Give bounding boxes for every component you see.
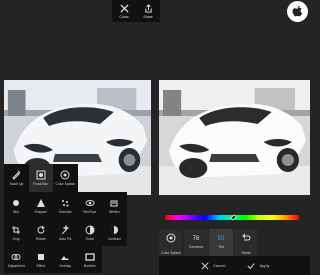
cancel-button[interactable]: Cancel [201,261,226,270]
top-toolbar: Close Share [112,0,160,22]
tint-control[interactable]: 50 Tint [209,229,233,256]
tool-label: Whiten [108,209,120,214]
rotate-icon [37,225,45,233]
share-label: Share [143,14,153,19]
color-splash-label: Color Splash [161,251,181,255]
tool-label: Blur [13,209,20,214]
share-button[interactable]: Share [136,0,160,22]
tool-whiten[interactable]: Whiten [102,192,127,219]
apply-button[interactable]: Apply [247,262,269,270]
crop-icon [12,225,21,234]
tool-label: Contrast [107,236,121,241]
tool-red-eye[interactable]: Red Eye [77,192,102,219]
tool-label: Adjustment [7,263,25,268]
touch-up-icon [12,170,21,180]
tolerance-label: Tolerance [188,245,204,249]
tool-label: Denoise [59,209,72,214]
tool-auto-fix[interactable]: Auto Fix [53,219,78,246]
tool-label: Color Splash [55,182,75,186]
tool-crop[interactable]: Crop [4,219,29,246]
tool-label: Borders [83,263,96,268]
auto-fix-icon [61,224,70,234]
grid-spacer [78,164,152,192]
color-splash-icon [166,233,176,243]
overlay-icon [61,255,70,260]
tool-adjustment[interactable]: Adjustment [4,246,29,273]
reset-button[interactable]: Reset [234,229,258,256]
whiten-icon [110,200,118,206]
reset-label: Reset [241,251,251,255]
tint-label: Tint [218,245,224,249]
tool-rotate[interactable]: Rotate [28,219,53,246]
color-icon [85,225,95,234]
adjustment-icon [11,253,21,260]
tolerance-control[interactable]: 78 Tolerance [184,229,208,256]
share-icon [144,3,152,13]
tint-value: 50 [217,236,225,242]
tool-label: Overlay [59,263,72,268]
reset-icon [242,233,251,241]
tools-grid: Touch Up Focal Blur Color Splash Blur Sh… [4,164,151,273]
tools-row-2: Crop Rotate Auto Fix Color Contrast [4,219,151,246]
car-image-splash [159,80,310,195]
close-label: Close [119,14,129,19]
color-splash-icon [60,170,70,180]
sharpen-icon [36,198,45,207]
tool-touch-up[interactable]: Touch Up [4,164,29,192]
close-button[interactable]: Close [112,0,136,22]
tool-label: Effect [36,263,46,268]
color-splash-button[interactable]: Color Splash [159,229,183,256]
apply-label: Apply [259,263,270,268]
tool-sharpen[interactable]: Sharpen [28,192,53,219]
tool-label: Focal Blur [33,182,49,186]
tool-label: Crop [12,236,20,241]
tool-label: Red Eye [83,209,97,214]
effect-icon [37,253,44,260]
tools-row-1: Blur Sharpen Denoise Red Eye Whiten [4,192,151,219]
tool-borders[interactable]: Borders [77,246,102,273]
contrast-icon [110,225,119,234]
red-eye-icon [85,199,95,206]
borders-icon [85,252,95,261]
edited-photo[interactable] [159,80,310,195]
tool-contrast[interactable]: Contrast [102,219,127,246]
tool-label: Rotate [35,236,46,241]
tool-label: Auto Fix [59,236,72,241]
apple-logo [287,1,308,22]
tool-label: Touch Up [9,182,24,186]
grid-empty-cell [102,246,127,273]
close-icon [119,3,129,13]
tools-row-top: Touch Up Focal Blur Color Splash [4,164,151,192]
tool-overlay[interactable]: Overlay [53,246,78,273]
bottom-action-bar: Cancel Apply [159,256,310,275]
tool-effect[interactable]: Effect [28,246,53,273]
tool-color[interactable]: Color [77,219,102,246]
tolerance-value: 78 [192,236,200,242]
blur-icon [13,199,20,206]
tool-focal-blur[interactable]: Focal Blur [28,164,53,192]
tool-label: Sharpen [34,209,48,214]
cancel-label: Cancel [213,263,226,268]
checkmark-icon [247,262,256,269]
tool-blur[interactable]: Blur [4,192,29,219]
apple-icon [292,5,303,17]
tools-row-3: Adjustment Effect Overlay Borders [4,246,151,273]
tool-color-splash[interactable]: Color Splash [53,164,78,192]
focal-blur-icon [36,170,46,180]
denoise-icon [62,199,69,206]
tool-denoise[interactable]: Denoise [53,192,78,219]
tool-label: Color [85,236,94,241]
close-icon [201,261,209,270]
